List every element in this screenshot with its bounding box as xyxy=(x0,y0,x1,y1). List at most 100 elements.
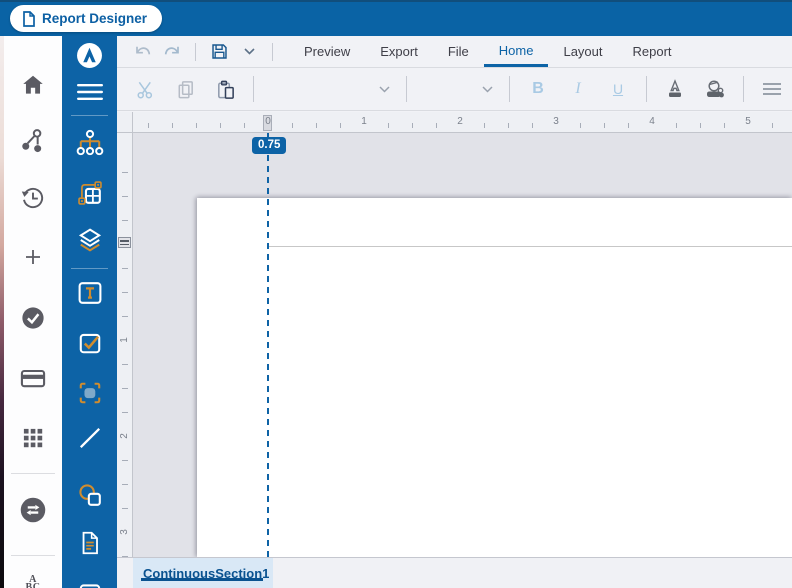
v-ruler-tick xyxy=(122,388,128,389)
tab-file[interactable]: File xyxy=(433,36,484,67)
underline-button[interactable]: U xyxy=(598,73,638,105)
cut-icon[interactable] xyxy=(125,73,165,105)
add-icon[interactable] xyxy=(16,240,50,274)
report-items-icon[interactable] xyxy=(72,175,108,211)
v-ruler-number: 1 xyxy=(119,337,130,343)
design-canvas[interactable]: 0.75 xyxy=(133,133,792,557)
chevron-down-icon xyxy=(379,85,390,93)
italic-button[interactable]: I xyxy=(558,73,598,105)
image-icon[interactable] xyxy=(72,375,108,411)
logo-icon[interactable] xyxy=(72,37,108,73)
h-ruler-tick xyxy=(244,123,245,128)
section-bar: ContinuousSection1 xyxy=(117,557,792,588)
layers-icon[interactable] xyxy=(72,222,108,258)
margin-value-badge: 0.75 xyxy=(252,137,287,154)
vertical-ruler[interactable]: 1 2 3 xyxy=(117,133,133,557)
v-ruler-tick xyxy=(122,316,128,317)
home-icon[interactable] xyxy=(16,68,50,102)
checkbox-icon[interactable] xyxy=(72,325,108,361)
shapes-icon[interactable] xyxy=(72,477,108,513)
history-icon[interactable] xyxy=(16,181,50,215)
approve-check-icon[interactable] xyxy=(16,301,50,335)
v-ruler-tick xyxy=(122,172,128,173)
h-ruler-number: 1 xyxy=(361,116,367,127)
separator xyxy=(743,76,744,102)
swap-icon[interactable] xyxy=(16,493,50,527)
font-color-icon[interactable] xyxy=(655,73,695,105)
h-ruler-tick xyxy=(484,123,485,128)
tab-export[interactable]: Export xyxy=(365,36,433,67)
v-ruler-number: 2 xyxy=(119,433,130,439)
toolbar-row-1: Preview Export File Home Layout Report xyxy=(117,36,792,68)
section-boundary-line xyxy=(268,246,792,247)
bold-button[interactable]: B xyxy=(518,73,558,105)
tab-home[interactable]: Home xyxy=(483,36,549,67)
vertical-margin-handle[interactable] xyxy=(118,237,131,248)
h-ruler-number: 3 xyxy=(553,116,559,127)
h-ruler-tick xyxy=(604,123,605,128)
toolbar: Preview Export File Home Layout Report B… xyxy=(117,36,792,112)
separator xyxy=(253,76,254,102)
h-ruler-number: 4 xyxy=(649,116,655,127)
font-size-select[interactable] xyxy=(415,74,501,104)
h-ruler-tick xyxy=(340,123,341,128)
v-ruler-tick xyxy=(122,508,128,509)
copy-icon[interactable] xyxy=(165,73,205,105)
spellcheck-abc-icon[interactable]: A BC xyxy=(16,567,50,588)
highlight-color-icon[interactable] xyxy=(695,73,735,105)
menu-icon[interactable] xyxy=(72,74,108,110)
h-ruler-tick xyxy=(532,123,533,128)
h-ruler-tick xyxy=(508,123,509,128)
ruler-corner xyxy=(117,112,133,133)
textbox-icon[interactable] xyxy=(72,275,108,311)
tab-report[interactable]: Report xyxy=(618,36,687,67)
margin-guide-line[interactable] xyxy=(267,133,269,557)
separator xyxy=(406,76,407,102)
tab-layout[interactable]: Layout xyxy=(548,36,617,67)
rail-divider xyxy=(11,473,55,474)
tab-preview[interactable]: Preview xyxy=(289,36,365,67)
page-icon[interactable] xyxy=(72,525,108,561)
h-ruler-number: 2 xyxy=(457,116,463,127)
report-designer-label: Report Designer xyxy=(42,11,148,26)
section-tab-underline xyxy=(141,578,263,581)
hierarchy-icon[interactable] xyxy=(72,125,108,161)
h-ruler-tick xyxy=(292,123,293,128)
table-icon[interactable] xyxy=(72,579,108,588)
save-dropdown-chevron-icon[interactable] xyxy=(236,36,262,67)
v-ruler-tick xyxy=(122,460,128,461)
v-ruler-tick xyxy=(122,268,128,269)
paste-icon[interactable] xyxy=(205,73,245,105)
v-ruler-tick xyxy=(122,484,128,485)
redo-icon[interactable] xyxy=(159,36,185,67)
v-ruler-tick xyxy=(122,292,128,293)
align-icon[interactable] xyxy=(752,73,792,105)
report-designer-button[interactable]: Report Designer xyxy=(10,5,163,32)
save-icon[interactable] xyxy=(206,36,232,67)
rail-divider xyxy=(71,115,108,116)
h-ruler-number: 5 xyxy=(745,116,751,127)
h-ruler-tick xyxy=(148,123,149,128)
h-ruler-number: 0 xyxy=(265,116,271,127)
section-bar-corner xyxy=(117,558,133,588)
card-icon[interactable] xyxy=(16,361,50,395)
h-ruler-tick xyxy=(388,123,389,128)
line-icon[interactable] xyxy=(72,420,108,456)
v-ruler-number: 3 xyxy=(119,529,130,535)
v-ruler-tick xyxy=(122,220,128,221)
rail-divider xyxy=(71,268,108,269)
h-ruler-tick xyxy=(436,123,437,128)
h-ruler-tick xyxy=(724,123,725,128)
share-icon[interactable] xyxy=(16,124,50,158)
h-ruler-tick xyxy=(676,123,677,128)
separator xyxy=(195,42,196,61)
h-ruler-tick xyxy=(172,123,173,128)
undo-icon[interactable] xyxy=(129,36,155,67)
document-icon xyxy=(22,10,35,27)
horizontal-ruler[interactable]: 0 1 2 3 4 5 xyxy=(133,112,792,133)
apps-grid-icon[interactable] xyxy=(16,421,50,455)
separator xyxy=(272,42,273,61)
section-tab-continuoussection1[interactable]: ContinuousSection1 xyxy=(133,558,273,588)
font-family-select[interactable] xyxy=(262,74,398,104)
report-page[interactable] xyxy=(197,198,792,557)
